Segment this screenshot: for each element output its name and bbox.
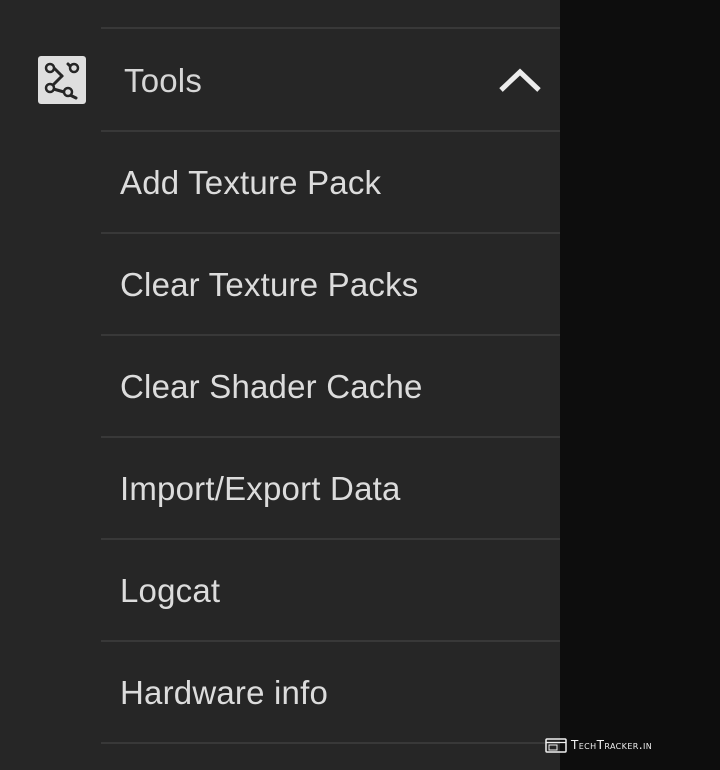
tools-section-label: Tools xyxy=(124,62,203,99)
menu-item-label: Import/Export Data xyxy=(120,470,401,507)
menu-item-hardware-info[interactable]: Hardware info xyxy=(0,643,560,743)
watermark-text: TechTracker.in xyxy=(571,738,653,752)
divider xyxy=(101,232,560,234)
chevron-up-icon[interactable] xyxy=(497,66,543,96)
navigation-drawer: Tools Add Texture Pack Clear Texture Pac… xyxy=(0,0,560,770)
divider xyxy=(101,27,560,29)
watermark: TechTracker.in xyxy=(545,736,652,754)
divider xyxy=(101,640,560,642)
menu-item-label: Clear Texture Packs xyxy=(120,266,419,303)
browser-window-icon xyxy=(545,737,567,753)
menu-item-label: Add Texture Pack xyxy=(120,164,382,201)
tools-section-header[interactable]: Tools xyxy=(0,31,560,131)
menu-item-label: Logcat xyxy=(120,572,221,609)
menu-item-import-export-data[interactable]: Import/Export Data xyxy=(0,439,560,539)
divider xyxy=(101,130,560,132)
menu-item-clear-texture-packs[interactable]: Clear Texture Packs xyxy=(0,235,560,335)
menu-item-logcat[interactable]: Logcat xyxy=(0,541,560,641)
menu-item-label: Hardware info xyxy=(120,674,329,711)
divider xyxy=(101,742,560,744)
tools-icon xyxy=(38,56,86,104)
divider xyxy=(101,334,560,336)
divider xyxy=(101,436,560,438)
menu-item-add-texture-pack[interactable]: Add Texture Pack xyxy=(0,133,560,233)
divider xyxy=(101,538,560,540)
drawer-scrim[interactable] xyxy=(560,0,720,770)
menu-item-clear-shader-cache[interactable]: Clear Shader Cache xyxy=(0,337,560,437)
menu-item-label: Clear Shader Cache xyxy=(120,368,423,405)
